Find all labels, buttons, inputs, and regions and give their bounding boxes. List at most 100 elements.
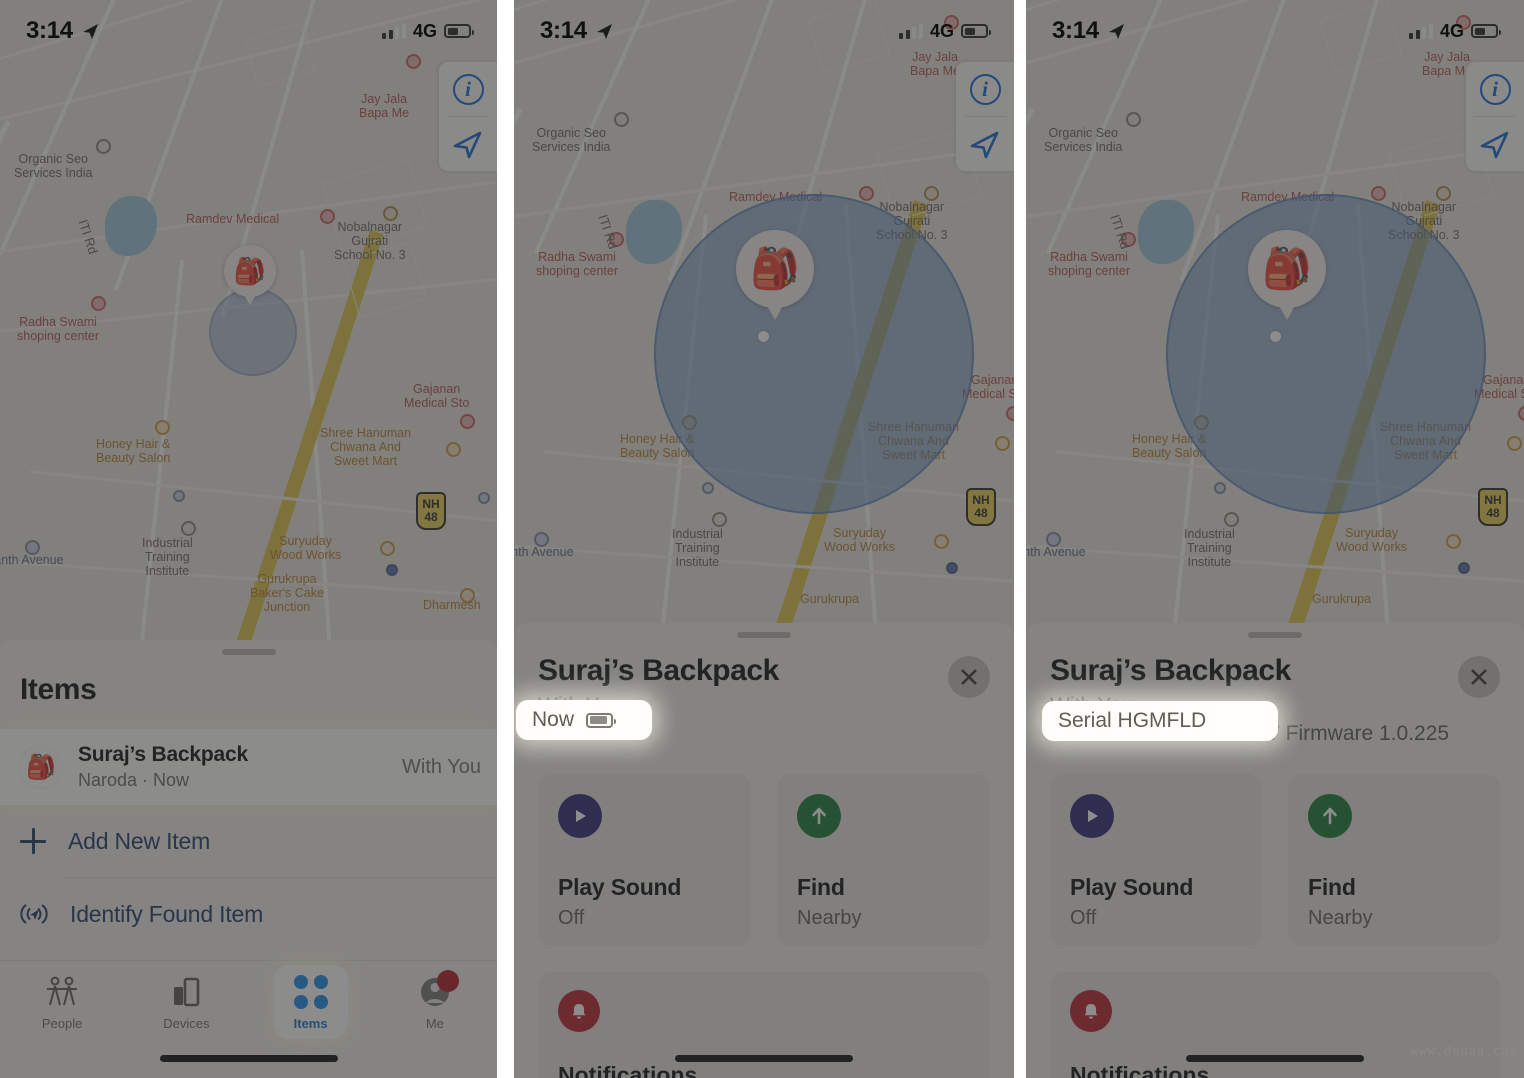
close-button[interactable]	[948, 656, 990, 698]
map-canvas[interactable]: Organic Seo Services India Ramdev Medica…	[514, 0, 1014, 640]
map-locate-button[interactable]	[956, 117, 1014, 171]
play-icon	[1070, 794, 1114, 838]
poi-label: Radha Swami	[538, 250, 616, 264]
panel-items-list: Organic Seo Services India Ramdev Medica…	[0, 0, 497, 1078]
poi-label: Institute	[145, 564, 190, 578]
poi-label: Gajanan	[413, 382, 461, 396]
people-icon	[47, 976, 78, 1006]
poi-label: Services India	[14, 166, 93, 180]
identify-found-item-button[interactable]: Identify Found Item	[0, 878, 497, 950]
shield-number: 48	[424, 510, 438, 524]
add-new-item-button[interactable]: Add New Item	[0, 805, 497, 877]
item-subtitle: Naroda · Now	[78, 770, 190, 790]
card-title: Play Sound	[1070, 874, 1194, 900]
bell-icon	[558, 990, 600, 1032]
tab-me[interactable]: Me	[373, 961, 497, 1031]
poi-label: Gujrati	[351, 234, 389, 248]
poi-label: Suryuday	[833, 526, 886, 540]
map-info-button[interactable]: i	[439, 62, 497, 116]
add-new-item-label: Add New Item	[68, 827, 211, 854]
map-controls: i	[1466, 62, 1524, 171]
tab-items[interactable]: Items	[249, 961, 373, 1039]
backpack-icon: 🎒	[750, 247, 800, 291]
backpack-icon: 🎒	[233, 256, 267, 286]
card-subtitle: Nearby	[797, 907, 862, 929]
map-info-button[interactable]: i	[1466, 62, 1524, 116]
poi-label: Radha Swami	[1050, 250, 1128, 264]
poi-label: Bapa Me	[359, 106, 410, 120]
map-locate-button[interactable]	[439, 117, 497, 171]
firmware-info: ıV Firmware 1.0.225	[1260, 722, 1450, 745]
poi-label: Baker's Cake	[250, 586, 324, 600]
last-seen-highlight: Now	[516, 700, 652, 740]
map-locate-button[interactable]	[1466, 117, 1524, 171]
accuracy-circle	[654, 194, 974, 514]
poi-label: Dharmesh	[423, 598, 481, 612]
navigate-arrow-icon	[453, 131, 482, 159]
highway-shield: NH 48	[1478, 488, 1508, 526]
arrow-up-icon	[1308, 794, 1352, 838]
play-icon	[558, 794, 602, 838]
devices-icon	[174, 977, 200, 1007]
location-arrow-icon	[1108, 24, 1124, 39]
poi-label: Industrial	[1184, 527, 1235, 541]
item-map-pin[interactable]: 🎒	[736, 230, 814, 320]
arrow-up-icon	[797, 794, 841, 838]
poi-label: Beauty Salon	[96, 451, 171, 465]
last-seen-value: Now	[532, 708, 575, 731]
home-indicator	[1186, 1055, 1364, 1062]
navigate-arrow-icon	[970, 131, 999, 159]
poi-label: Sweet Mart	[333, 454, 398, 468]
highway-shield: NH 48	[966, 488, 996, 526]
map-canvas[interactable]: Organic Seo Services India Ramdev Medica…	[1026, 0, 1524, 640]
play-sound-card[interactable]: Play Sound Off	[1050, 774, 1262, 946]
pin-anchor-dot	[758, 331, 769, 342]
find-card[interactable]: Find Nearby	[1288, 774, 1500, 946]
panel-item-detail-serial: Organic Seo Services India Ramdev Medica…	[1026, 0, 1524, 1078]
list-item[interactable]: 🎒 Suraj’s Backpack Naroda · Now With You	[0, 729, 497, 805]
watermark: www.deuaq.com	[1411, 1044, 1518, 1058]
poi-label: Organic Seo	[536, 126, 606, 140]
item-thumbnail: 🎒	[20, 746, 62, 788]
close-icon	[961, 669, 977, 685]
poi-label: Bapa Me	[1422, 64, 1473, 78]
poi-label: Ramdev Medical	[186, 212, 280, 226]
tab-people[interactable]: People	[0, 961, 124, 1031]
card-title: Notifications	[1070, 1062, 1210, 1078]
close-icon	[1471, 669, 1487, 685]
accuracy-circle	[1166, 194, 1486, 514]
network-type: 4G	[1439, 20, 1464, 41]
page-title: Suraj’s Backpack	[538, 654, 779, 687]
poi-label: Organic Seo	[1048, 126, 1118, 140]
poi-label: kanth Avenue	[1026, 545, 1086, 559]
poi-label: Wood Works	[270, 548, 342, 562]
poi-label: ITI Rd	[75, 217, 101, 256]
info-icon: i	[969, 73, 1001, 105]
item-map-pin[interactable]: 🎒	[224, 245, 276, 305]
tab-devices[interactable]: Devices	[124, 961, 248, 1031]
notifications-card[interactable]: Notifications	[1050, 972, 1500, 1078]
play-sound-card[interactable]: Play Sound Off	[538, 774, 751, 946]
panel-item-detail: Organic Seo Services India Ramdev Medica…	[514, 0, 1014, 1078]
location-arrow-icon	[82, 24, 98, 39]
item-map-pin[interactable]: 🎒	[1248, 230, 1326, 320]
close-button[interactable]	[1458, 656, 1500, 698]
poi-label: Institute	[1187, 555, 1232, 569]
notifications-card[interactable]: Notifications	[538, 972, 990, 1078]
card-subtitle: Nearby	[1308, 907, 1373, 929]
signal-bars-icon	[1409, 23, 1433, 39]
map-canvas[interactable]: Organic Seo Services India Ramdev Medica…	[0, 0, 497, 640]
poi-label: Nobalnagar	[337, 220, 403, 234]
poi-label: Institute	[675, 555, 720, 569]
screenshot-root: Organic Seo Services India Ramdev Medica…	[0, 0, 1524, 1078]
info-icon: i	[452, 73, 484, 105]
map-info-button[interactable]: i	[956, 62, 1014, 116]
poi-label: School No. 3	[334, 248, 406, 262]
identify-found-item-label: Identify Found Item	[70, 900, 264, 927]
find-card[interactable]: Find Nearby	[777, 774, 990, 946]
poi-label: Organic Seo	[18, 152, 88, 166]
poi-label: Junction	[263, 600, 311, 614]
items-grid-icon	[293, 975, 328, 1009]
card-title: Play Sound	[558, 874, 682, 900]
plus-icon	[20, 828, 46, 854]
